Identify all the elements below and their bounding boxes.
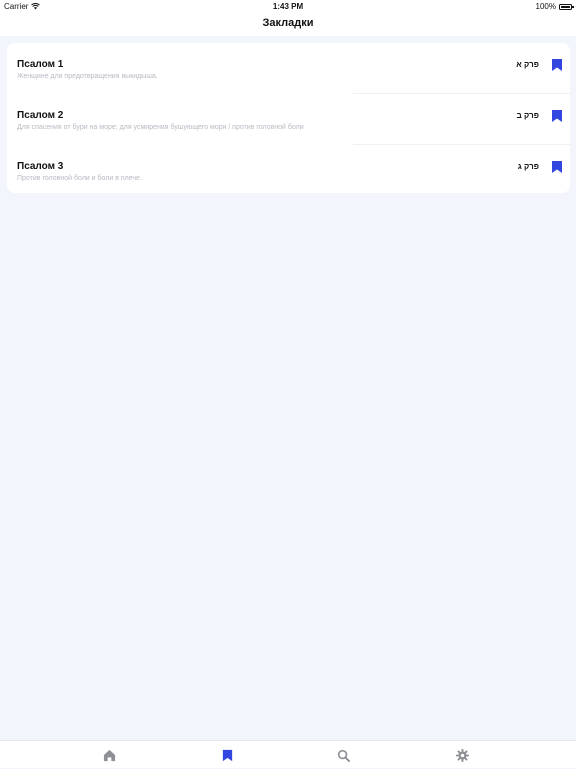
status-bar: Carrier 1:43 PM 100% [0,0,576,12]
status-time: 1:43 PM [272,2,304,11]
psalm-title: Псалом 3 [17,161,64,172]
navigation-bar: Закладки [0,12,576,36]
bookmark-icon [222,749,232,761]
hebrew-chapter-label: פרק ג [517,162,539,171]
gear-icon [455,748,469,762]
bookmarks-list: Псалом 1 Женщине для предотвращения выки… [7,43,570,193]
tab-settings[interactable] [390,741,534,769]
page-title: Закладки [262,17,314,29]
bookmark-icon[interactable] [552,110,562,122]
bookmark-icon[interactable] [552,161,562,173]
hebrew-chapter-label: פרק א [516,60,539,69]
battery-indicator: 100% [535,2,574,11]
bookmark-row[interactable]: Псалом 3 Против головной боли и боли в п… [7,145,570,196]
tab-bar [0,740,576,768]
bookmark-icon[interactable] [552,59,562,71]
psalm-title: Псалом 1 [17,59,64,70]
search-icon [337,749,350,762]
bookmark-row[interactable]: Псалом 2 Для спасения от бури на море; д… [7,94,570,145]
psalm-description: Женщине для предотвращения выкидыша. [17,73,158,80]
battery-fill [561,5,570,8]
battery-icon [559,3,574,10]
psalm-description: Для спасения от бури на море; для усмире… [17,124,304,131]
home-icon [103,749,115,761]
psalm-title: Псалом 2 [17,110,64,121]
hebrew-chapter-label: פרק ב [516,111,539,120]
battery-percent: 100% [535,2,556,11]
psalm-description: Против головной боли и боли в плече. [17,175,142,182]
bookmark-row[interactable]: Псалом 1 Женщине для предотвращения выки… [7,43,570,94]
